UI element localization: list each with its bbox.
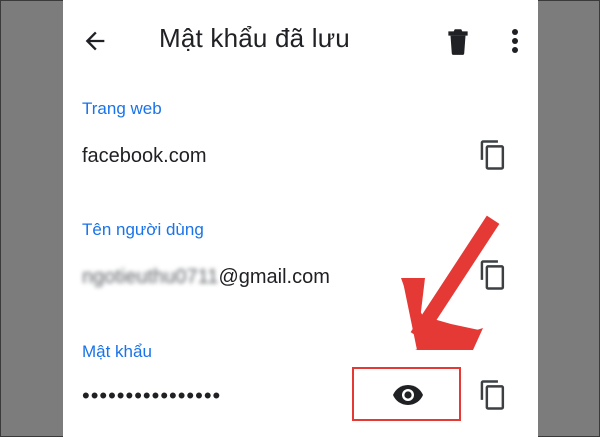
arrow-left-icon[interactable] — [81, 27, 109, 55]
eye-icon[interactable] — [392, 382, 424, 408]
website-value: facebook.com — [82, 145, 207, 167]
website-label: Trang web — [82, 99, 162, 118]
page-title: Mật khẩu đã lưu — [159, 23, 350, 53]
trash-icon[interactable] — [445, 26, 471, 56]
more-vertical-icon[interactable] — [507, 26, 523, 56]
red-arrow-icon — [401, 215, 500, 350]
copy-icon[interactable] — [478, 379, 508, 411]
app-bar: Mật khẩu đã lưu — [63, 0, 538, 80]
password-value: •••••••••••••••• — [82, 383, 222, 408]
username-value: ngotieuthu0711@gmail.com — [82, 266, 330, 289]
username-label: Tên người dùng — [82, 220, 204, 239]
password-label: Mật khẩu — [82, 342, 152, 361]
username-blurred-part: ngotieuthu0711 — [82, 266, 219, 288]
copy-icon[interactable] — [478, 139, 508, 171]
username-domain: @gmail.com — [218, 266, 330, 288]
